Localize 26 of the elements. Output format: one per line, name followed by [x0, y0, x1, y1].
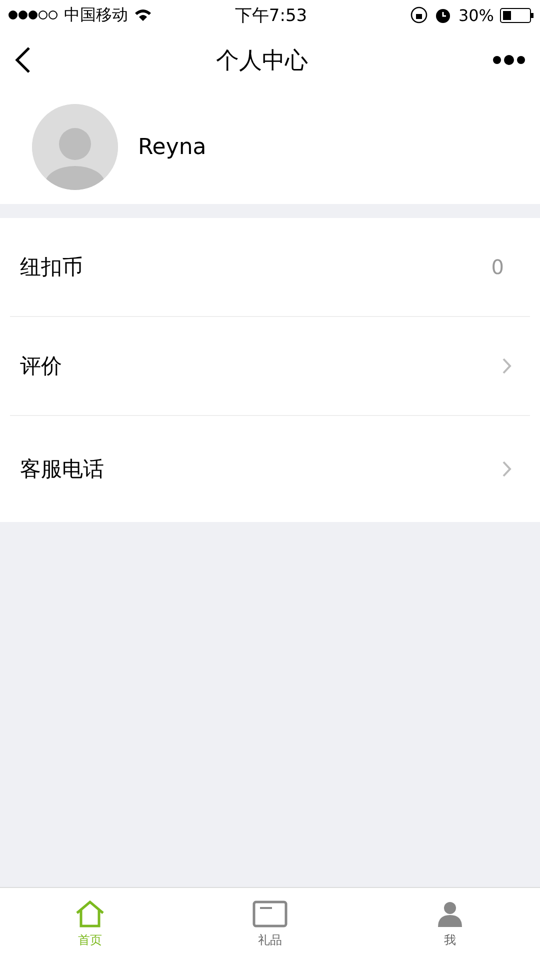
card-icon: [252, 900, 288, 928]
wifi-icon: [134, 8, 152, 22]
carrier-name: 中国移动: [64, 4, 128, 26]
signal-icon: [8, 10, 58, 20]
user-name: Reyna: [138, 134, 206, 160]
home-icon: [75, 900, 105, 928]
chevron-right-icon: [502, 357, 512, 375]
menu-item[interactable]: 评价: [10, 317, 530, 416]
rotation-lock-icon: [410, 6, 428, 24]
menu-item[interactable]: 客服电话: [10, 416, 530, 522]
battery-icon: [500, 8, 534, 22]
menu-label: 客服电话: [20, 456, 105, 483]
tab[interactable]: 我: [360, 888, 540, 960]
menu-label: 纽扣币: [20, 254, 84, 281]
status-time: 下午7:53: [234, 4, 308, 26]
menu-label: 评价: [20, 353, 63, 380]
menu-item[interactable]: 纽扣币 0: [10, 218, 530, 317]
page-title: 个人中心: [215, 46, 309, 76]
battery-percent: 30%: [458, 6, 494, 24]
menu-value: 0: [491, 255, 504, 279]
alarm-icon: [434, 6, 452, 24]
more-icon[interactable]: [492, 54, 526, 66]
back-icon[interactable]: [14, 46, 32, 74]
tab[interactable]: 礼品: [180, 888, 360, 960]
chevron-right-icon: [502, 460, 512, 478]
person-icon: [436, 900, 464, 928]
